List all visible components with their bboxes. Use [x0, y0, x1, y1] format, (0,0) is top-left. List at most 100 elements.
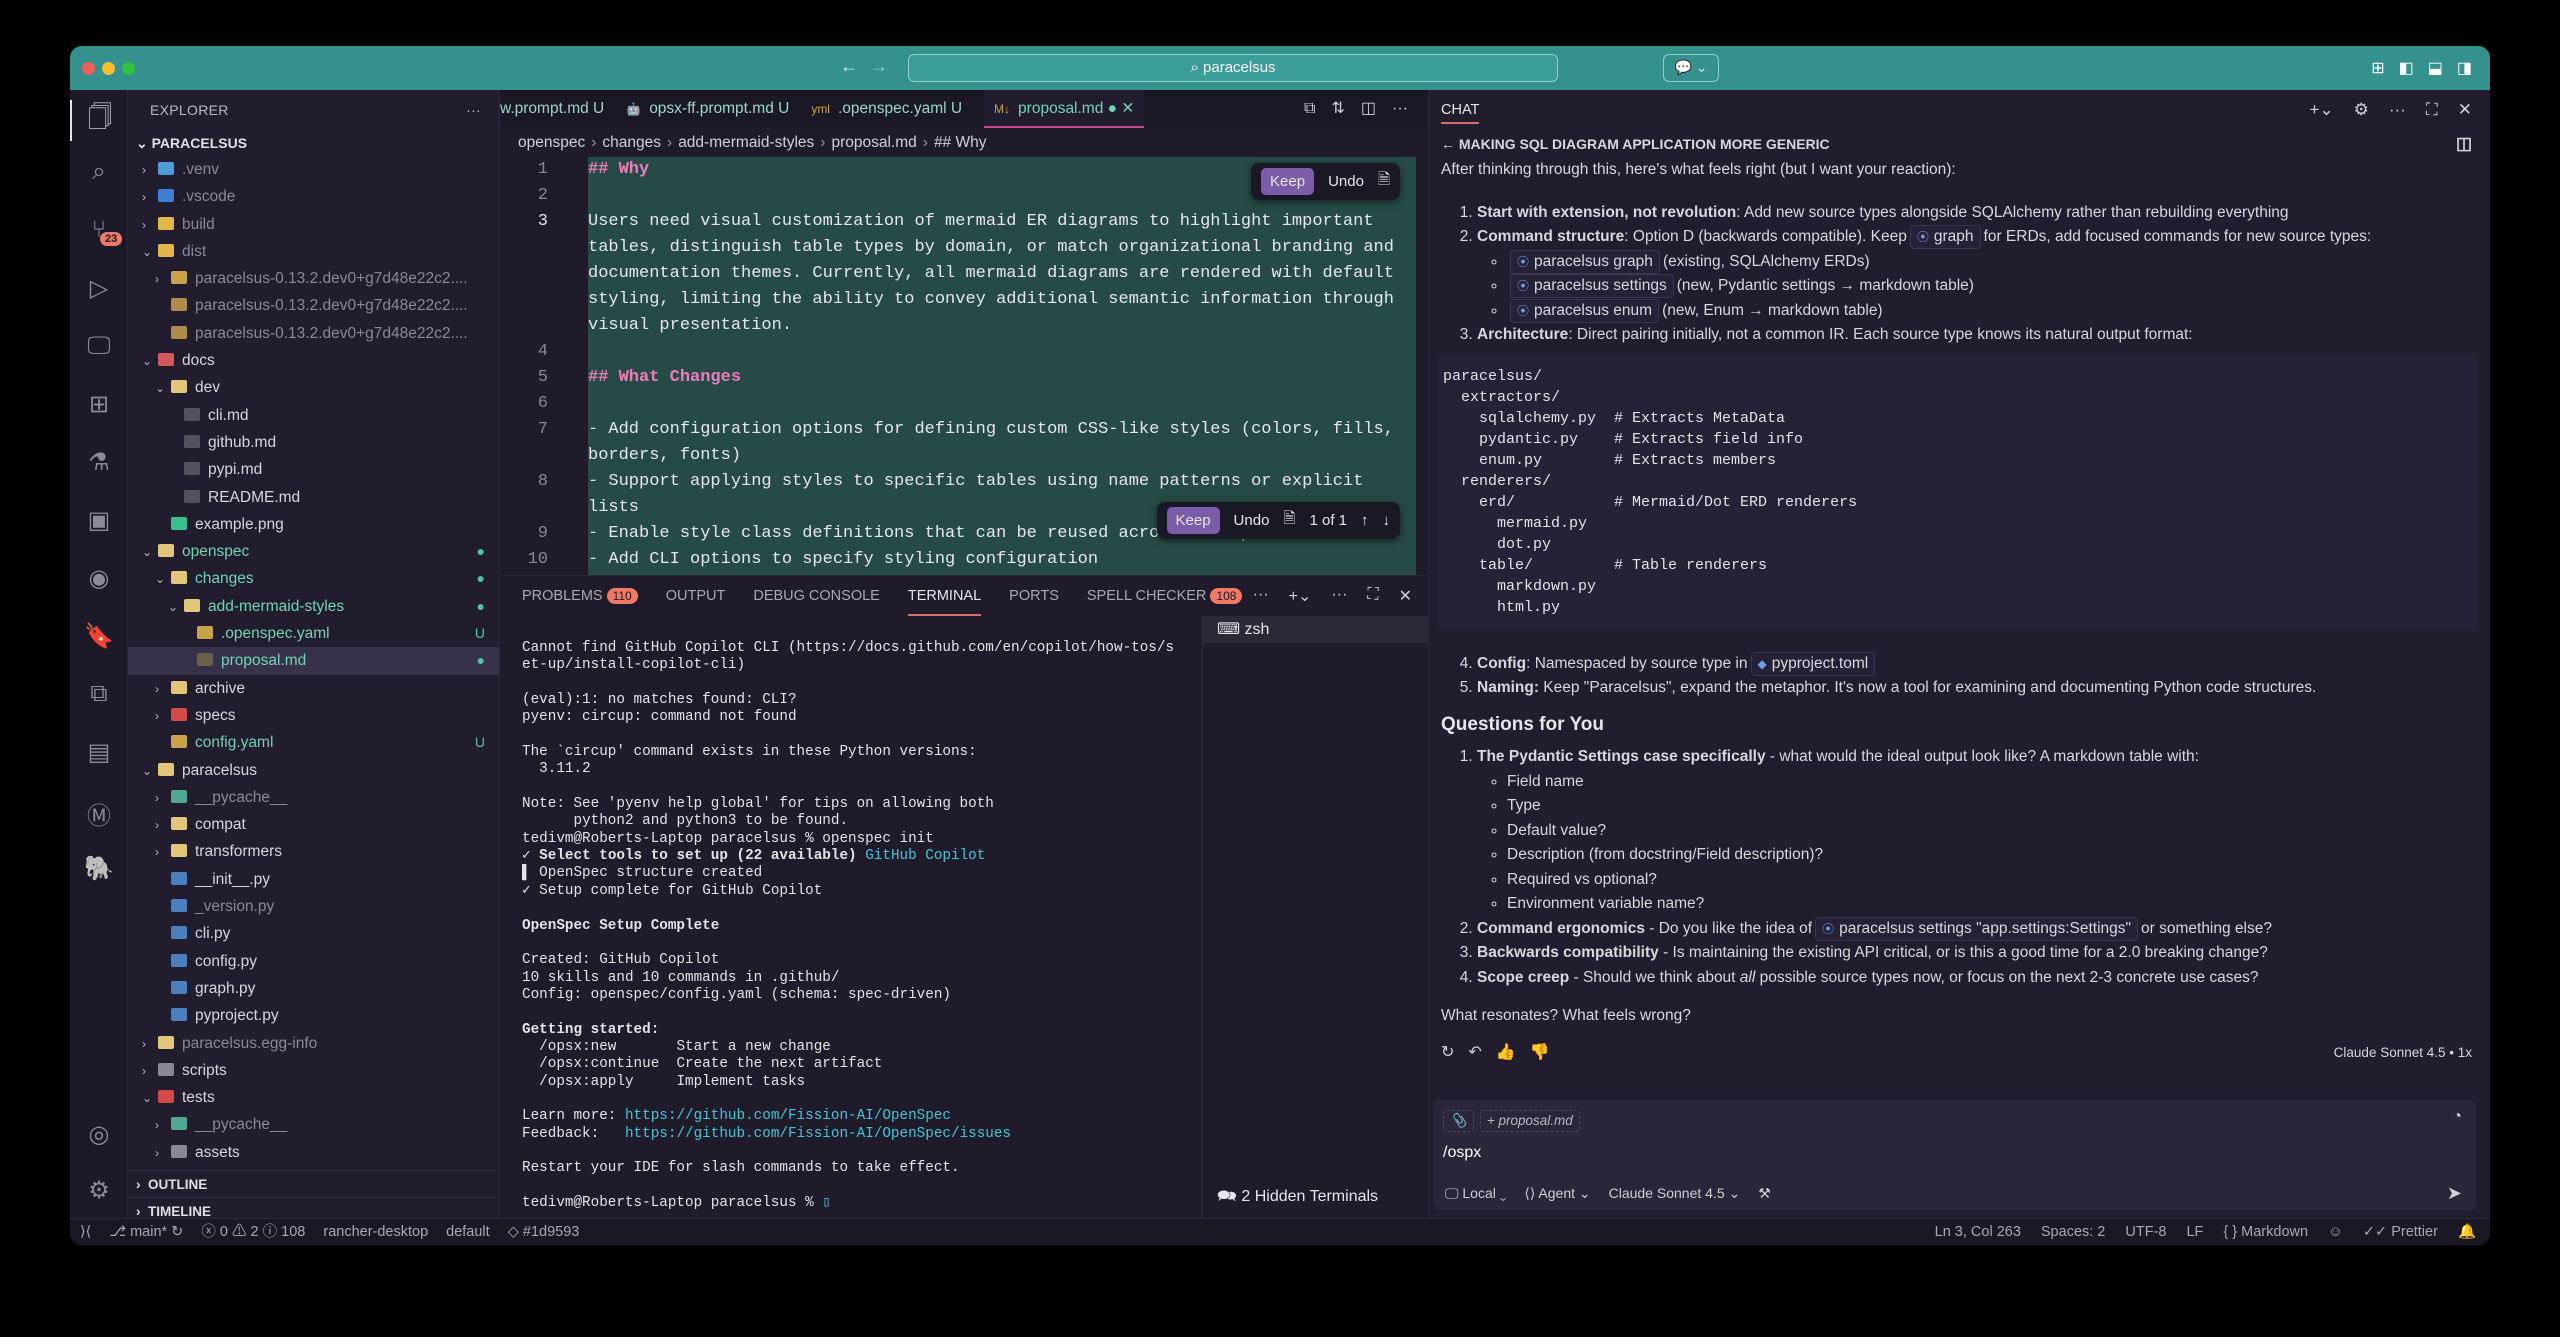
diff-file-icon[interactable]: 🗎 — [1378, 169, 1390, 194]
terminal-more-icon[interactable]: ··· — [1331, 586, 1347, 606]
remote-explorer-icon[interactable]: 🖵 — [70, 332, 128, 360]
split-editor-icon[interactable]: ◫ — [1361, 90, 1376, 128]
tree-item[interactable]: .openspec.yamlU — [128, 620, 499, 647]
diff-file-icon[interactable]: 🗎 — [1283, 508, 1295, 533]
local-mode-picker[interactable]: 🖵 Local ⌄ — [1445, 1185, 1506, 1202]
attach-button[interactable]: 📎 — [1443, 1110, 1474, 1132]
explorer-icon[interactable]: 🗍 — [70, 100, 128, 141]
customize-layout-icon[interactable]: ⊞ — [2371, 58, 2384, 78]
kube-context[interactable]: rancher-desktop — [323, 1219, 428, 1245]
model-picker[interactable]: Claude Sonnet 4.5 ⌄ — [1609, 1185, 1741, 1202]
settings-gear-icon[interactable]: ⚙ — [70, 1176, 128, 1205]
keep-hunk-button[interactable]: Keep — [1167, 507, 1220, 534]
commit-indicator[interactable]: ◇ #1d9593 — [508, 1219, 580, 1245]
outline-section[interactable]: › OUTLINE — [128, 1170, 499, 1197]
account-icon[interactable]: ◎ — [70, 1120, 128, 1149]
tree-item[interactable]: ⌄dev — [128, 374, 499, 401]
editor-tab[interactable]: M↓proposal.md ● ✕ — [984, 90, 1144, 128]
extensions-icon[interactable]: ⊞ — [70, 390, 128, 419]
tree-item[interactable]: config.py — [128, 948, 499, 975]
code-chip[interactable]: ⦿graph — [1910, 225, 1981, 249]
chat-settings-gear-icon[interactable]: ⚙ — [2354, 100, 2369, 120]
editor-tab[interactable]: 🤖opsx-ff.prompt.md U — [626, 90, 811, 128]
chat-input[interactable]: /ospx — [1443, 1144, 1481, 1162]
undo-hunk-button[interactable]: Undo — [1234, 512, 1270, 529]
new-chat-icon[interactable]: +⌄ — [2309, 100, 2333, 120]
tree-item[interactable]: ⌄dist — [128, 238, 499, 265]
tree-item[interactable]: ›__pycache__ — [128, 1111, 499, 1138]
previous-change-icon[interactable]: ↑ — [1361, 512, 1369, 529]
run-debug-icon[interactable]: ▷ — [70, 274, 128, 303]
panel-tab[interactable]: SPELL CHECKER108 — [1087, 576, 1243, 616]
testing-icon[interactable]: ⚗ — [70, 448, 128, 477]
toggle-panel-icon[interactable]: ⬓ — [2428, 58, 2443, 78]
keep-button[interactable]: Keep — [1261, 168, 1314, 195]
back-button[interactable]: ← — [840, 56, 858, 77]
toggle-sidebar-icon[interactable]: ◧ — [2399, 58, 2414, 78]
code-chip[interactable]: ⦿paracelsus settings — [1510, 274, 1674, 298]
back-arrow-icon[interactable]: ← — [1441, 136, 1459, 152]
tree-item[interactable]: ⌄openspec● — [128, 538, 499, 565]
copilot-menu-button[interactable]: 💬 ⌄ — [1663, 54, 1719, 82]
editor-tab[interactable]: yml.openspec.yaml U — [811, 90, 984, 128]
breadcrumb-item[interactable]: changes — [602, 134, 661, 151]
send-icon[interactable]: ➤ — [2447, 1183, 2462, 1204]
mermaid-icon[interactable]: Ⓜ — [70, 796, 128, 831]
containers-icon[interactable]: ▤ — [70, 738, 128, 767]
prettier-status[interactable]: ✓✓ Prettier — [2363, 1219, 2438, 1245]
chat-more-icon[interactable]: ··· — [2389, 100, 2406, 120]
tree-item[interactable]: ›archive — [128, 675, 499, 702]
maximize-panel-icon[interactable]: ⛶ — [1367, 586, 1378, 606]
breadcrumb-item[interactable]: add-mermaid-styles — [678, 134, 814, 151]
search-icon[interactable]: ⌕ — [70, 158, 128, 186]
tree-item[interactable]: cli.md — [128, 402, 499, 429]
tree-item[interactable]: ›__pycache__ — [128, 784, 499, 811]
tree-item[interactable]: pypi.md — [128, 456, 499, 483]
terminal-tab-zsh[interactable]: ⌨ zsh — [1203, 616, 1428, 643]
maximize-chat-icon[interactable]: ⛶ — [2426, 100, 2438, 120]
undo-icon[interactable]: ↶ — [1468, 1041, 1481, 1066]
remote-icon[interactable]: ⟩⟨ — [80, 1219, 91, 1245]
tree-item[interactable]: ⌄tests — [128, 1084, 499, 1111]
tree-item[interactable]: ›paracelsus.egg-info — [128, 1030, 499, 1057]
tree-item[interactable]: ›scripts — [128, 1057, 499, 1084]
tree-item[interactable]: graph.py — [128, 975, 499, 1002]
terminal-link[interactable]: GitHub Copilot — [865, 848, 985, 864]
close-panel-icon[interactable]: ✕ — [1399, 586, 1412, 606]
panel-tab[interactable]: TERMINAL — [908, 576, 981, 616]
tree-item[interactable]: paracelsus-0.13.2.dev0+g7d48e22c2.... — [128, 292, 499, 319]
close-window-button[interactable] — [82, 62, 95, 75]
tree-item[interactable]: README.md — [128, 484, 499, 511]
more-actions-icon[interactable]: ··· — [1392, 90, 1408, 128]
thumbs-down-icon[interactable]: 👎 — [1530, 1041, 1550, 1066]
code-chip[interactable]: ⦿paracelsus enum — [1510, 299, 1659, 323]
code-editor[interactable]: 1## Why23Users need visual customization… — [500, 157, 1428, 575]
code-chip[interactable]: ⦿paracelsus graph — [1510, 250, 1660, 274]
terminal-output[interactable]: Cannot find GitHub Copilot CLI (https://… — [500, 616, 1202, 1218]
panel-more-icon[interactable]: ··· — [1253, 586, 1269, 606]
tree-item[interactable]: ⌄docs — [128, 347, 499, 374]
tree-item[interactable]: ›.vscode — [128, 183, 499, 210]
encoding[interactable]: UTF-8 — [2125, 1219, 2166, 1245]
tools-icon[interactable]: ⚒ — [1758, 1185, 1771, 1202]
hidden-terminals-button[interactable]: 🗪 2 Hidden Terminals — [1217, 1185, 1378, 1212]
command-center-search[interactable]: ⌕ paracelsus — [908, 54, 1558, 82]
tree-item[interactable]: _version.py — [128, 893, 499, 920]
tree-item[interactable]: ›.venv — [128, 156, 499, 183]
tree-item[interactable]: ›specs — [128, 702, 499, 729]
github-icon[interactable]: ◉ — [70, 564, 128, 593]
terraform-icon[interactable]: ▣ — [70, 506, 128, 535]
tree-item[interactable]: ›build — [128, 211, 499, 238]
thumbs-up-icon[interactable]: 👍 — [1496, 1041, 1516, 1066]
editor-tab[interactable]: w.prompt.md U — [500, 90, 626, 128]
compare-changes-icon[interactable]: ⇅ — [1331, 90, 1344, 128]
notifications-bell-icon[interactable]: 🔔 — [2458, 1219, 2476, 1245]
tree-item[interactable]: ›transformers — [128, 838, 499, 865]
toggle-secondary-sidebar-icon[interactable]: ◨ — [2457, 58, 2472, 78]
line-ending[interactable]: LF — [2186, 1219, 2203, 1245]
breadcrumb-item[interactable]: proposal.md — [831, 134, 916, 151]
tree-item[interactable]: ⌄paracelsus — [128, 757, 499, 784]
problems-indicator[interactable]: ⓧ 0 ⚠ 2 ⓘ 108 — [201, 1219, 305, 1245]
tree-item[interactable]: cli.py — [128, 920, 499, 947]
tree-item[interactable]: __init__.py — [128, 866, 499, 893]
